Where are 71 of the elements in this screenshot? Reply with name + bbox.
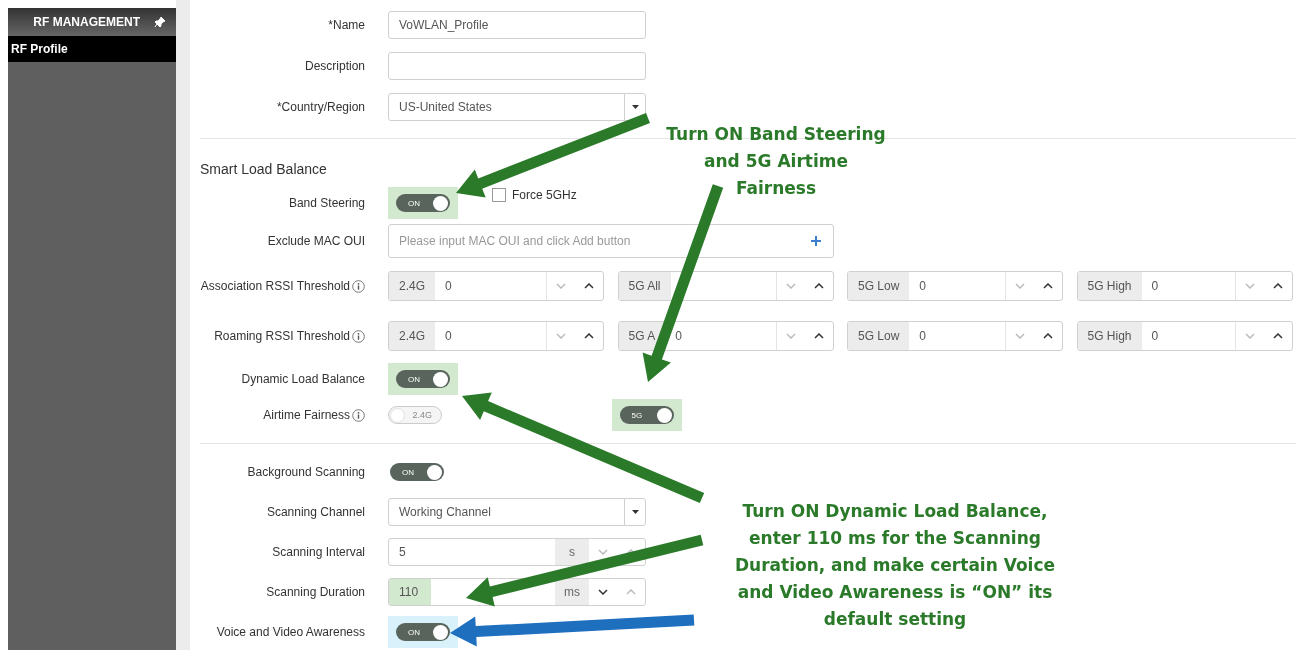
chevron-down-icon [598,589,608,595]
band-label: 2.4G [389,272,435,300]
spinner-value: 0 [444,329,453,343]
number-spinner[interactable]: 5G High 0 [1076,321,1293,351]
field-label: Band Steering [288,196,365,210]
spinner-value: 0 [918,279,928,293]
chevron-down-icon [1244,333,1255,339]
number-field[interactable]: 5 s [388,538,646,566]
chevron-down-icon [785,333,796,339]
chevron-down-icon [785,283,796,289]
section-heading: Smart Load Balance [200,161,328,177]
chevron-down-icon [556,333,566,339]
spinner-value: 0 [674,329,683,343]
unit-label: ms [555,579,589,605]
number-spinner[interactable]: 5G All [617,271,834,301]
toggle-switch[interactable]: 5G [619,406,674,424]
field-value: 110 [389,579,431,605]
dropdown[interactable]: US-United States [388,92,646,121]
checkbox[interactable] [492,188,506,202]
toggle-switch[interactable]: ON [396,623,450,641]
field-label: Scanning Interval [272,545,365,559]
field-label: Voice and Video Awareness [216,625,365,639]
chevron-down-icon [1244,283,1255,289]
spinner-value: 0 [1150,279,1160,293]
callout-text: Turn ON Dynamic Load Balance, enter 110 ms for the Scanning Duration, and make certain Voice and Video Awareness is “ON” its default setting [733,500,1057,631]
caret-icon [631,104,639,109]
sidebar-item[interactable]: RF Profile [8,36,176,62]
field-label: Exclude MAC OUI [267,234,365,248]
text-field[interactable]: VoWLAN_Profile [388,10,646,39]
field-label: Association RSSI Threshold [200,279,350,293]
band-label: 5G High [1077,272,1142,300]
field-label: Airtime Fairness [263,408,350,422]
number-spinner[interactable]: 5G Low 0 [847,271,1063,301]
chevron-down-icon [556,283,566,289]
callout-text: Turn ON Band Steering and 5G Airtime Fairness [665,123,887,200]
number-spinner[interactable]: 2.4G 0 [388,271,604,301]
pin-icon [154,16,166,28]
band-label: 2.4G [389,322,435,350]
field-label: Background Scanning [247,465,365,479]
chevron-down-icon [1015,283,1025,289]
field-label: *Country/Region [276,99,365,114]
field-value: 5 [398,544,407,561]
field-label: Description [304,58,365,73]
checkbox-label: Force 5GHz [512,188,577,202]
toggle-switch[interactable]: ON [396,194,450,212]
number-spinner[interactable]: 2.4G 0 [388,321,604,351]
chevron-down-icon [598,549,608,555]
field-label: Roaming RSSI Threshold [214,329,350,343]
plus-icon [811,236,821,246]
spinner-value: 0 [444,279,453,293]
toggle-switch[interactable]: ON [396,370,450,388]
spinner-value: 0 [1150,329,1160,343]
band-label: 5G All [618,272,671,300]
field-label: Scanning Duration [266,585,365,599]
chevron-down-icon [1015,333,1025,339]
number-spinner[interactable]: 5G A 0 [617,321,834,351]
text-field[interactable] [388,51,646,80]
sidebar-title: RF MANAGEMENT [33,15,140,29]
dropdown[interactable]: Working Channel [388,498,646,526]
band-label: 5G Low [848,322,910,350]
field-label: Scanning Channel [266,505,365,519]
unit-label: s [555,539,589,565]
toggle-switch[interactable]: ON [390,463,444,481]
number-spinner[interactable]: 5G Low 0 [847,321,1063,351]
field-label: *Name [328,17,365,32]
number-spinner[interactable]: 5G High 0 [1076,271,1293,301]
field-label: Dynamic Load Balance [241,372,365,386]
band-label: 5G Low [848,272,910,300]
spinner-value: 0 [918,329,928,343]
caret-icon [631,510,639,514]
band-label: 5G High [1077,322,1142,350]
